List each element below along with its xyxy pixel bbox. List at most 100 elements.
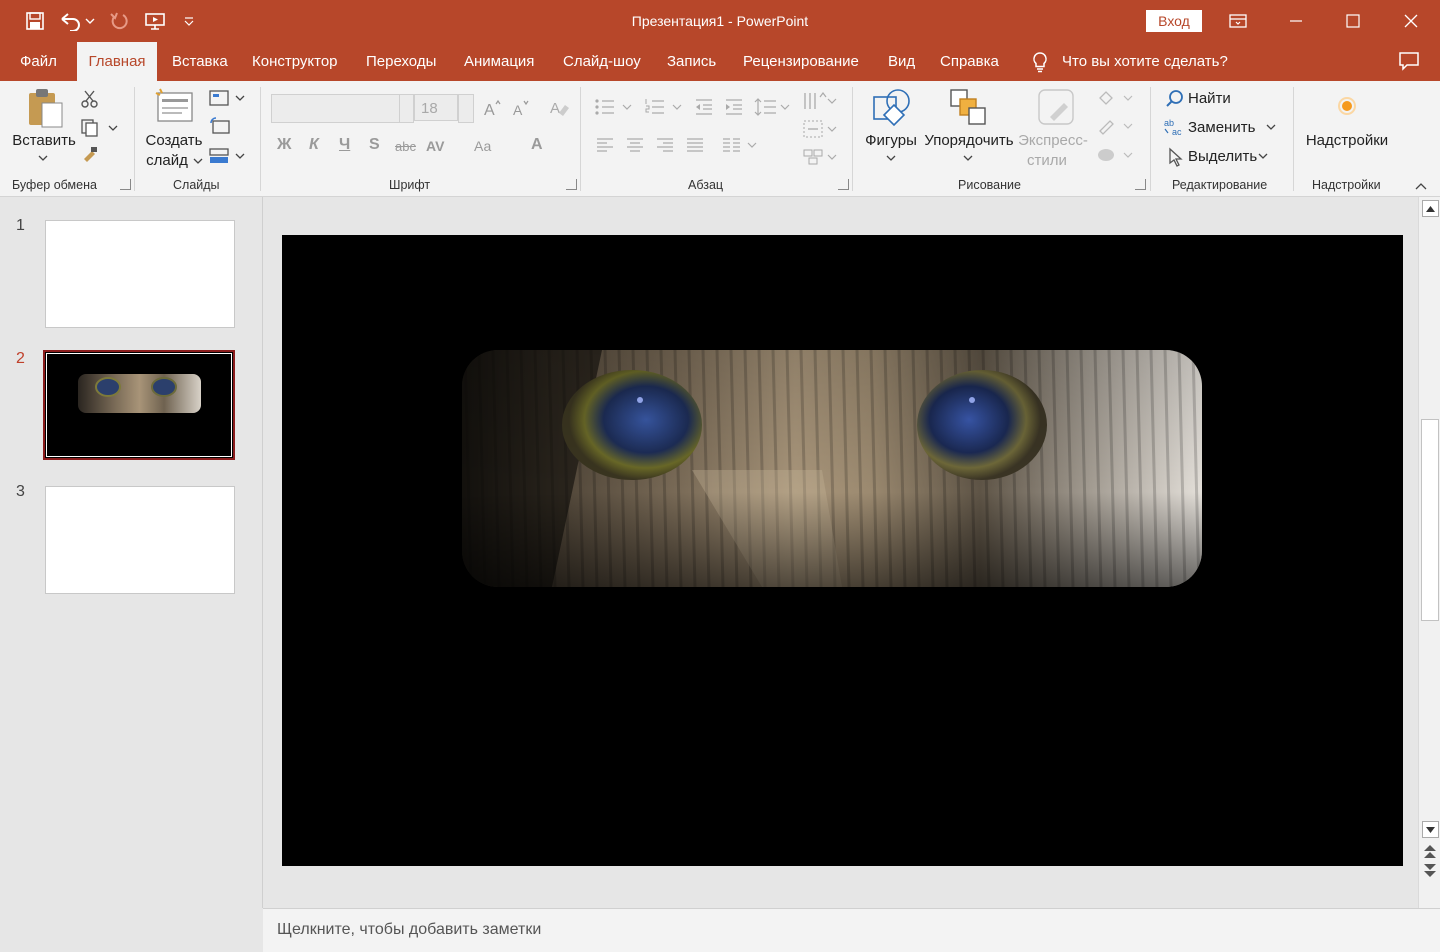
slide-thumbnail-2[interactable] — [43, 350, 235, 460]
drawing-launcher[interactable] — [1135, 179, 1146, 190]
undo-icon[interactable] — [58, 8, 98, 34]
convert-to-smartart-icon[interactable] — [802, 147, 838, 167]
slide-canvas[interactable] — [282, 235, 1403, 866]
tell-me-search[interactable]: Что вы хотите сделать? — [1030, 42, 1228, 81]
collapse-ribbon-icon[interactable] — [1414, 181, 1428, 191]
reset-slide-icon[interactable] — [209, 117, 231, 135]
strikethrough-button[interactable]: abc — [395, 139, 416, 154]
clipboard-launcher[interactable] — [120, 179, 131, 190]
tab-transitions[interactable]: Переходы — [366, 42, 436, 81]
find-button[interactable]: Найти — [1188, 90, 1231, 107]
vertical-scrollbar[interactable] — [1418, 197, 1440, 908]
increase-indent-icon[interactable] — [724, 97, 744, 117]
shape-fill-icon[interactable] — [1096, 89, 1134, 107]
select-button[interactable]: Выделить — [1188, 148, 1257, 165]
minimize-icon[interactable] — [1267, 0, 1325, 42]
increase-font-icon[interactable]: A — [483, 99, 503, 117]
clear-formatting-icon[interactable]: A — [549, 97, 571, 117]
paste-icon[interactable] — [26, 87, 66, 129]
paste-button[interactable]: Вставить — [12, 131, 76, 151]
replace-icon[interactable]: ab ac — [1163, 117, 1185, 137]
cat-eyes-picture[interactable] — [462, 350, 1202, 587]
arrange-button[interactable]: Упорядочить — [922, 131, 1016, 151]
bold-button[interactable]: Ж — [277, 136, 291, 154]
paragraph-launcher[interactable] — [838, 179, 849, 190]
previous-slide-icon[interactable] — [1423, 843, 1437, 859]
arrange-icon[interactable] — [948, 87, 988, 127]
layout-icon[interactable] — [209, 89, 245, 107]
tab-home[interactable]: Главная — [77, 42, 157, 81]
tab-animations[interactable]: Анимация — [464, 42, 534, 81]
ribbon-display-options-icon[interactable] — [1209, 0, 1267, 42]
numbering-icon[interactable] — [644, 97, 684, 117]
slide-thumbnail-1[interactable] — [45, 220, 235, 328]
decrease-font-icon[interactable]: A — [512, 99, 532, 117]
new-slide-icon[interactable] — [154, 87, 196, 127]
text-shadow-button[interactable]: S — [369, 136, 380, 154]
line-spacing-icon[interactable] — [754, 97, 794, 117]
font-name-input[interactable] — [271, 94, 401, 123]
shapes-icon[interactable] — [870, 87, 914, 129]
character-spacing-button[interactable]: AV — [426, 138, 444, 154]
underline-button[interactable]: Ч — [339, 136, 350, 154]
cut-icon[interactable] — [80, 89, 100, 109]
change-case-button[interactable]: Аа — [474, 138, 491, 154]
sign-in-button[interactable]: Вход — [1146, 10, 1202, 32]
chevron-down-icon[interactable] — [193, 157, 203, 165]
chevron-down-icon[interactable] — [963, 154, 973, 162]
section-icon[interactable] — [209, 147, 245, 165]
font-size-dropdown[interactable] — [458, 94, 474, 123]
align-right-icon[interactable] — [656, 137, 674, 153]
tab-help[interactable]: Справка — [940, 42, 999, 81]
chevron-down-icon[interactable] — [38, 154, 48, 162]
quick-styles-button[interactable]: Экспресс- — [1016, 131, 1090, 151]
customize-qat-icon[interactable] — [176, 8, 202, 34]
tab-insert[interactable]: Вставка — [172, 42, 228, 81]
tab-file[interactable]: Файл — [20, 42, 57, 81]
slide-thumbnail-3[interactable] — [45, 486, 235, 594]
scroll-down-button[interactable] — [1422, 821, 1439, 838]
tab-view[interactable]: Вид — [888, 42, 915, 81]
format-painter-icon[interactable] — [80, 145, 100, 165]
replace-button[interactable]: Заменить — [1188, 119, 1255, 136]
align-left-icon[interactable] — [596, 137, 614, 153]
tab-design[interactable]: Конструктор — [252, 42, 338, 81]
start-from-beginning-icon[interactable] — [142, 8, 168, 34]
shape-effects-icon[interactable] — [1096, 146, 1134, 164]
align-text-icon[interactable] — [802, 119, 838, 139]
shapes-button[interactable]: Фигуры — [862, 131, 920, 151]
tab-review[interactable]: Рецензирование — [743, 42, 859, 81]
text-direction-icon[interactable] — [802, 91, 838, 111]
justify-icon[interactable] — [686, 137, 704, 153]
font-size-input[interactable]: 18 — [414, 94, 458, 121]
scrollbar-thumb[interactable] — [1421, 419, 1439, 621]
chevron-down-icon[interactable] — [886, 154, 896, 162]
bullets-icon[interactable] — [594, 97, 634, 117]
decrease-indent-icon[interactable] — [694, 97, 714, 117]
addins-button[interactable]: Надстройки — [1302, 131, 1392, 151]
maximize-icon[interactable] — [1324, 0, 1382, 42]
chevron-down-icon[interactable] — [1258, 152, 1268, 160]
font-launcher[interactable] — [566, 179, 577, 190]
italic-button[interactable]: К — [309, 136, 319, 154]
find-icon[interactable] — [1165, 89, 1185, 109]
scroll-up-button[interactable] — [1422, 200, 1439, 217]
tab-record[interactable]: Запись — [667, 42, 716, 81]
quick-styles-icon[interactable] — [1036, 87, 1076, 127]
next-slide-icon[interactable] — [1423, 863, 1437, 879]
select-cursor-icon[interactable] — [1166, 147, 1184, 167]
tab-slideshow[interactable]: Слайд-шоу — [563, 42, 641, 81]
notes-pane[interactable]: Щелкните, чтобы добавить заметки — [263, 908, 1440, 952]
redo-icon[interactable] — [106, 8, 132, 34]
font-name-dropdown[interactable] — [399, 94, 414, 123]
font-color-button[interactable]: A — [531, 136, 543, 154]
chevron-down-icon[interactable] — [1266, 123, 1276, 131]
quick-styles-button-line2[interactable]: стили — [1024, 151, 1070, 171]
shape-outline-icon[interactable] — [1096, 117, 1134, 135]
addins-icon[interactable] — [1338, 97, 1356, 115]
copy-icon[interactable] — [80, 118, 118, 138]
new-slide-button[interactable]: Создать — [140, 131, 208, 151]
columns-icon[interactable] — [722, 137, 758, 153]
save-icon[interactable] — [22, 8, 48, 34]
align-center-icon[interactable] — [626, 137, 644, 153]
